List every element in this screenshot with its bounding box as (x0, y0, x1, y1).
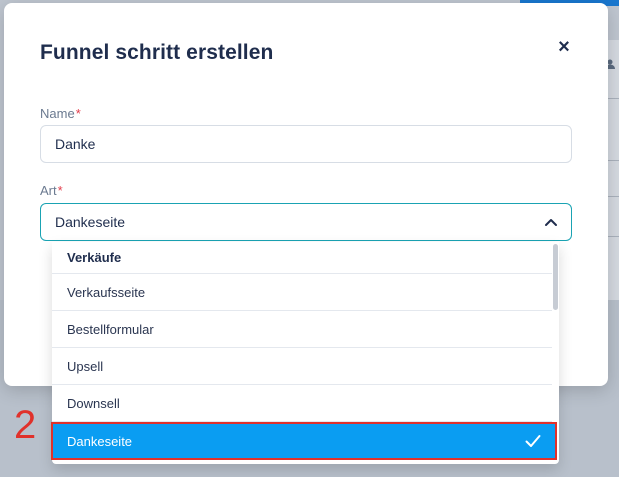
annotation-highlight-box (51, 422, 557, 460)
close-icon[interactable]: × (558, 36, 570, 58)
type-label: Art* (40, 183, 63, 198)
close-button[interactable]: × (554, 35, 574, 59)
type-label-text: Art (40, 183, 57, 198)
dropdown-group-label: Verkäufe (52, 242, 552, 274)
name-input[interactable]: Danke (40, 125, 572, 163)
dropdown-option[interactable]: Upsell (52, 348, 552, 385)
required-marker: * (57, 183, 63, 198)
required-marker: * (75, 106, 81, 121)
name-label: Name* (40, 106, 81, 121)
type-select[interactable]: Dankeseite (40, 203, 572, 241)
dropdown-option[interactable]: Verkaufsseite (52, 274, 552, 311)
dropdown-option[interactable]: Bestellformular (52, 311, 552, 348)
annotation-step-number: 2 (14, 403, 37, 447)
name-label-text: Name (40, 106, 75, 121)
dropdown-scrollbar[interactable] (553, 244, 558, 310)
chevron-up-icon[interactable] (543, 214, 559, 230)
modal-title: Funnel schritt erstellen (40, 41, 274, 64)
type-select-value: Dankeseite (55, 214, 126, 230)
dropdown-option[interactable]: Downsell (52, 385, 552, 422)
